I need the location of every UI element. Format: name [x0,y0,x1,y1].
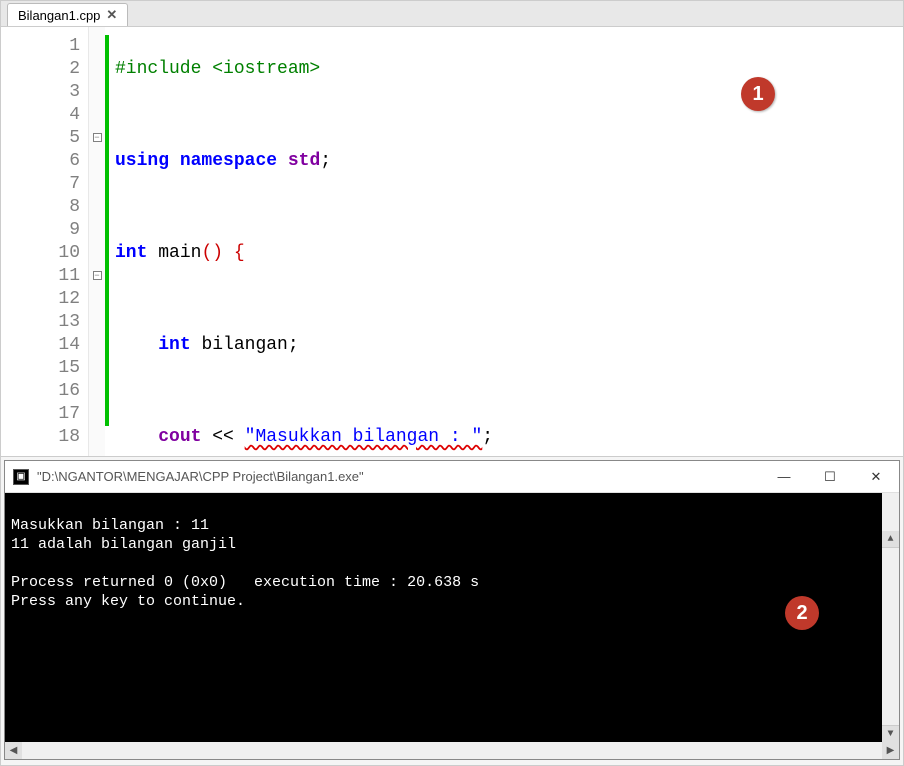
line-number-gutter: 1 2 3 4 5 6 7 8 9 10 11 12 13 14 15 16 1… [1,27,89,456]
app-icon: ▣ [13,469,29,485]
fold-toggle-icon[interactable]: − [93,133,102,142]
fold-toggle-icon[interactable]: − [93,271,102,280]
console-titlebar[interactable]: ▣ "D:\NGANTOR\MENGAJAR\CPP Project\Bilan… [5,461,899,493]
scrollbar-horizontal[interactable]: ◀ ▶ [5,742,899,759]
scroll-right-icon[interactable]: ▶ [882,742,899,759]
annotation-badge-1: 1 [741,77,775,111]
scroll-down-icon[interactable]: ▼ [882,725,899,742]
editor-pane: 1 2 3 4 5 6 7 8 9 10 11 12 13 14 15 16 1… [1,27,903,457]
tab-label: Bilangan1.cpp [18,8,100,23]
close-button[interactable]: ✕ [853,461,899,493]
scroll-left-icon[interactable]: ◀ [5,742,22,759]
console-title: "D:\NGANTOR\MENGAJAR\CPP Project\Bilanga… [37,469,364,484]
minimize-button[interactable]: — [761,461,807,493]
annotation-badge-2: 2 [785,596,819,630]
tab-bar: Bilangan1.cpp ✕ [1,1,903,27]
maximize-button[interactable]: ☐ [807,461,853,493]
fold-column: − − [89,27,105,456]
console-window: ▣ "D:\NGANTOR\MENGAJAR\CPP Project\Bilan… [4,460,900,760]
console-output[interactable]: Masukkan bilangan : 11 11 adalah bilanga… [5,493,899,742]
scroll-up-icon[interactable]: ▲ [882,531,899,548]
close-icon[interactable]: ✕ [106,7,117,23]
code-area[interactable]: #include <iostream> using namespace std;… [109,27,903,456]
tab-bilangan1[interactable]: Bilangan1.cpp ✕ [7,3,128,26]
scrollbar-vertical[interactable]: ▲ ▼ [882,493,899,742]
